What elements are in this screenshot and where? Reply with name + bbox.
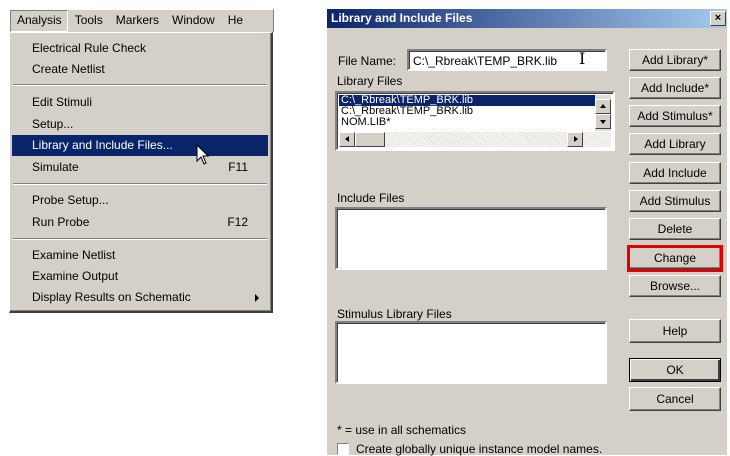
library-vertical-scrollbar[interactable]: [595, 95, 611, 131]
help-button[interactable]: Help: [629, 319, 721, 343]
menu-item-label: Edit Stimuli: [32, 95, 93, 109]
add-stimulus-all-button[interactable]: Add Stimulus*: [629, 105, 721, 127]
menu-item-probe-setup[interactable]: Probe Setup...: [12, 190, 268, 211]
menu-analysis[interactable]: Analysis: [10, 10, 68, 32]
menu-window[interactable]: Window: [165, 10, 221, 31]
menu-separator: [13, 238, 267, 240]
menu-item-library-include-files[interactable]: Library and Include Files...: [12, 135, 268, 156]
menu-item-edit-stimuli[interactable]: Edit Stimuli: [12, 92, 268, 113]
unique-names-label: Create globally unique instance model na…: [356, 442, 603, 456]
stimulus-files-list[interactable]: [335, 321, 607, 384]
add-include-all-button[interactable]: Add Include*: [629, 77, 721, 99]
scroll-thumb[interactable]: [355, 132, 385, 147]
analysis-dropdown-menu: Electrical Rule Check Create Netlist Edi…: [9, 32, 273, 313]
menu-tools[interactable]: Tools: [68, 10, 109, 31]
menu-item-label: Library and Include Files...: [32, 138, 173, 152]
menu-item-label: Examine Netlist: [32, 248, 116, 262]
menu-item-label: Run Probe: [32, 215, 90, 229]
dialog-title: Library and Include Files: [331, 11, 473, 25]
list-item[interactable]: NOM.LIB*: [339, 117, 595, 128]
file-name-label: File Name:: [338, 54, 397, 68]
menu-item-label: Electrical Rule Check: [32, 41, 147, 55]
add-library-all-button[interactable]: Add Library*: [629, 49, 721, 71]
library-files-label: Library Files: [337, 74, 403, 88]
include-files-label: Include Files: [337, 191, 405, 205]
menu-item-label: Setup...: [32, 117, 74, 131]
scroll-down-button[interactable]: [595, 114, 611, 129]
menu-item-setup[interactable]: Setup...: [12, 114, 268, 135]
add-library-button[interactable]: Add Library: [629, 133, 721, 155]
chevron-up-icon: [600, 104, 606, 108]
library-horizontal-scrollbar[interactable]: [339, 132, 611, 147]
list-item[interactable]: C:\_Rbreak\TEMP_BRK.lib: [339, 95, 595, 106]
menu-markers[interactable]: Markers: [109, 10, 165, 31]
unique-names-checkbox[interactable]: [337, 443, 349, 455]
scroll-right-button[interactable]: [567, 132, 583, 147]
menu-item-display-results[interactable]: Display Results on Schematic: [12, 287, 268, 308]
menu-item-label: Display Results on Schematic: [32, 290, 191, 304]
text-cursor-icon: I: [579, 49, 586, 68]
include-files-list[interactable]: [335, 207, 607, 270]
list-item[interactable]: C:\_Rbreak\TEMP_BRK.lib: [339, 106, 595, 117]
menu-item-label: Create Netlist: [32, 62, 105, 76]
add-include-button[interactable]: Add Include: [629, 162, 721, 184]
submenu-arrow-icon: [255, 294, 259, 302]
scroll-left-button[interactable]: [339, 132, 355, 147]
library-include-dialog: Library and Include Files × File Name: C…: [326, 8, 727, 456]
cancel-button[interactable]: Cancel: [629, 387, 721, 411]
mouse-pointer-icon: [196, 144, 210, 165]
library-files-items: C:\_Rbreak\TEMP_BRK.lib C:\_Rbreak\TEMP_…: [339, 95, 595, 128]
add-stimulus-button[interactable]: Add Stimulus: [629, 190, 721, 212]
menu-item-label: Simulate: [32, 160, 79, 174]
menu-item-simulate[interactable]: Simulate F11: [12, 157, 268, 178]
change-highlight-box: [627, 245, 723, 272]
library-files-list[interactable]: C:\_Rbreak\TEMP_BRK.lib C:\_Rbreak\TEMP_…: [335, 91, 615, 151]
chevron-right-icon: [574, 136, 578, 142]
menu-item-run-probe[interactable]: Run Probe F12: [12, 212, 268, 233]
menu-item-shortcut: F12: [227, 215, 248, 229]
ok-button[interactable]: OK: [629, 358, 721, 382]
scroll-up-button[interactable]: [595, 99, 611, 114]
menu-item-electrical-rule-check[interactable]: Electrical Rule Check: [12, 38, 268, 59]
menu-separator: [13, 183, 267, 185]
menu-item-examine-netlist[interactable]: Examine Netlist: [12, 245, 268, 266]
footnote-text: * = use in all schematics: [337, 423, 467, 437]
chevron-down-icon: [600, 120, 606, 124]
menu-separator: [13, 84, 267, 86]
menu-help[interactable]: He: [221, 10, 249, 31]
menu-item-create-netlist[interactable]: Create Netlist: [12, 59, 268, 80]
file-name-input[interactable]: C:\_Rbreak\TEMP_BRK.lib: [407, 49, 607, 71]
menu-item-label: Examine Output: [32, 269, 119, 283]
delete-button[interactable]: Delete: [629, 218, 721, 240]
menu-item-label: Probe Setup...: [32, 193, 109, 207]
chevron-left-icon: [345, 136, 349, 142]
dialog-title-bar: Library and Include Files ×: [327, 9, 727, 28]
menu-item-examine-output[interactable]: Examine Output: [12, 266, 268, 287]
close-icon[interactable]: ×: [710, 11, 726, 26]
browse-button[interactable]: Browse...: [629, 275, 721, 297]
menu-item-shortcut: F11: [228, 160, 248, 174]
stimulus-files-label: Stimulus Library Files: [337, 307, 452, 321]
menu-bar: Analysis Tools Markers Window He: [9, 9, 274, 32]
